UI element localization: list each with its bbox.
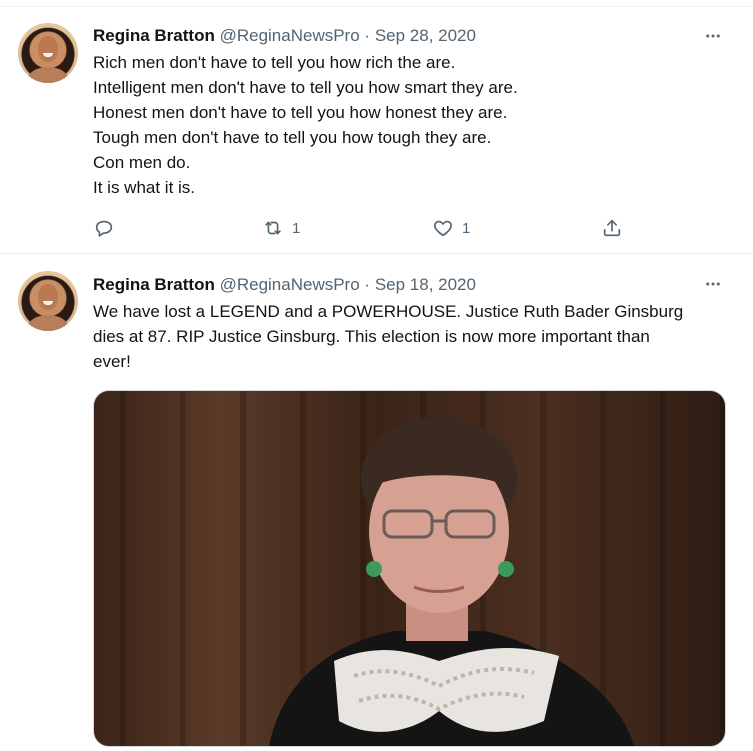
- avatar-face: [38, 36, 58, 62]
- author-handle[interactable]: @ReginaNewsPro: [220, 26, 360, 45]
- tweet-text-line: Rich men don't have to tell you how rich…: [93, 53, 456, 72]
- reply-icon: [95, 220, 113, 237]
- avatar[interactable]: [18, 271, 78, 331]
- tweet-text-line: Con men do.: [93, 153, 191, 172]
- author-name[interactable]: Regina Bratton: [93, 26, 215, 45]
- tweet-photo[interactable]: [93, 390, 726, 747]
- tweet-header: Regina Bratton @ReginaNewsPro · Sep 18, …: [93, 273, 476, 297]
- share-button[interactable]: [601, 215, 623, 241]
- tweet-text-line: ever!: [93, 352, 131, 371]
- tweet-text-line: It is what it is.: [93, 178, 196, 197]
- tweet-text-line: Tough men don't have to tell you how tou…: [93, 128, 492, 147]
- tweet-header: Regina Bratton @ReginaNewsPro · Sep 28, …: [93, 24, 476, 48]
- avatar-body: [28, 67, 68, 83]
- more-horizontal-icon: [706, 34, 720, 38]
- reply-button[interactable]: [93, 215, 123, 241]
- tweet-text: Rich men don't have to tell you how rich…: [93, 50, 723, 200]
- heart-icon: [434, 220, 452, 237]
- portrait-photo: [269, 417, 634, 746]
- avatar[interactable]: [18, 23, 78, 83]
- tweet-date[interactable]: Sep 28, 2020: [375, 26, 476, 45]
- tweet-actions: 1 1: [0, 215, 753, 241]
- meta-separator: ·: [364, 275, 371, 294]
- avatar-body: [28, 315, 68, 331]
- author-name[interactable]: Regina Bratton: [93, 275, 215, 294]
- tweet[interactable]: Regina Bratton @ReginaNewsPro · Sep 28, …: [0, 7, 753, 253]
- tweet-text: We have lost a LEGEND and a POWERHOUSE. …: [93, 299, 723, 374]
- more-horizontal-icon: [706, 282, 720, 286]
- like-count: 1: [462, 219, 471, 237]
- tweet-text-line: Intelligent men don't have to tell you h…: [93, 78, 518, 97]
- like-button[interactable]: 1: [432, 215, 470, 241]
- tweet-text-line: We have lost a LEGEND and a POWERHOUSE. …: [93, 302, 684, 321]
- more-options-button[interactable]: [703, 26, 723, 46]
- share-icon: [603, 219, 621, 237]
- tweet[interactable]: Regina Bratton @ReginaNewsPro · Sep 18, …: [0, 254, 753, 751]
- retweet-button[interactable]: 1: [262, 215, 300, 241]
- meta-separator: ·: [364, 26, 371, 45]
- avatar-face: [38, 284, 58, 310]
- twitter-timeline: Regina Bratton @ReginaNewsPro · Sep 28, …: [0, 0, 753, 751]
- retweet-count: 1: [292, 219, 301, 237]
- retweet-icon: [265, 221, 281, 235]
- more-options-button[interactable]: [703, 274, 723, 294]
- tweet-text-line: Honest men don't have to tell you how ho…: [93, 103, 508, 122]
- tweet-date[interactable]: Sep 18, 2020: [375, 275, 476, 294]
- author-handle[interactable]: @ReginaNewsPro: [220, 275, 360, 294]
- tweet-text-line: dies at 87. RIP Justice Ginsburg. This e…: [93, 327, 650, 346]
